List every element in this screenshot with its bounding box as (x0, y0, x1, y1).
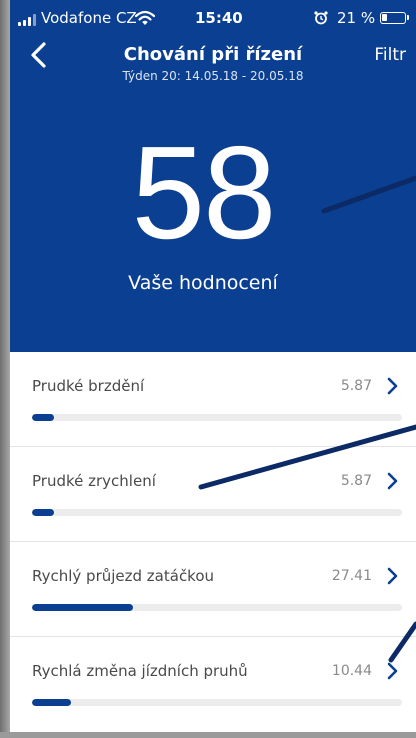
metric-progress-fill (32, 414, 54, 421)
metric-label: Rychlá změna jízdních pruhů (32, 662, 248, 680)
metric-list: Prudké brzdění 5.87 Prudké zrychlení 5.8… (10, 352, 416, 732)
carrier-name: Vodafone CZ (41, 9, 137, 27)
chevron-right-icon (387, 567, 398, 585)
page-title: Chování při řízení (123, 44, 303, 65)
metric-progress-track (32, 604, 402, 611)
metric-label: Rychlý průjezd zatáčkou (32, 567, 215, 585)
chevron-right-icon (387, 472, 398, 490)
metric-progress-fill (32, 509, 54, 516)
metric-value: 27.41 (331, 568, 372, 584)
alarm-icon (314, 11, 328, 25)
metric-label: Prudké brzdění (32, 377, 145, 395)
metric-progress-track (32, 699, 402, 706)
battery-percentage: 21 % (337, 9, 376, 27)
metric-row-harsh-acceleration[interactable]: Prudké zrychlení 5.87 (10, 447, 416, 542)
metric-value: 5.87 (340, 473, 372, 489)
status-bar: Vodafone CZ 15:40 21 % (10, 0, 416, 38)
score-label: Vaše hodnocení (128, 272, 278, 294)
device-frame-edge (0, 0, 10, 738)
back-button[interactable] (24, 40, 54, 70)
metric-value: 10.44 (331, 663, 372, 679)
score-header: Vodafone CZ 15:40 21 % Chování při řízen… (10, 0, 416, 352)
chevron-left-icon (31, 42, 46, 68)
app-screen: Vodafone CZ 15:40 21 % Chování při řízen… (10, 0, 416, 732)
score-value: 58 (131, 119, 277, 266)
wifi-icon (135, 10, 155, 25)
metric-row-fast-lane-change[interactable]: Rychlá změna jízdních pruhů 10.44 (10, 637, 416, 732)
filter-button[interactable]: Filtr (374, 44, 406, 66)
status-time: 15:40 (195, 9, 243, 27)
battery-icon (380, 12, 409, 24)
chevron-right-icon (387, 662, 398, 680)
metric-progress-track (32, 414, 402, 421)
metric-progress-fill (32, 699, 71, 706)
metric-value: 5.87 (340, 378, 372, 394)
metric-label: Prudké zrychlení (32, 472, 156, 490)
chevron-right-icon (387, 377, 398, 395)
signal-icon (18, 14, 40, 26)
metric-progress-track (32, 509, 402, 516)
metric-row-harsh-braking[interactable]: Prudké brzdění 5.87 (10, 352, 416, 447)
week-range: Týden 20: 14.05.18 - 20.05.18 (122, 69, 304, 83)
device-frame-bottom (0, 732, 416, 738)
metric-progress-fill (32, 604, 134, 611)
metric-row-fast-cornering[interactable]: Rychlý průjezd zatáčkou 27.41 (10, 542, 416, 637)
